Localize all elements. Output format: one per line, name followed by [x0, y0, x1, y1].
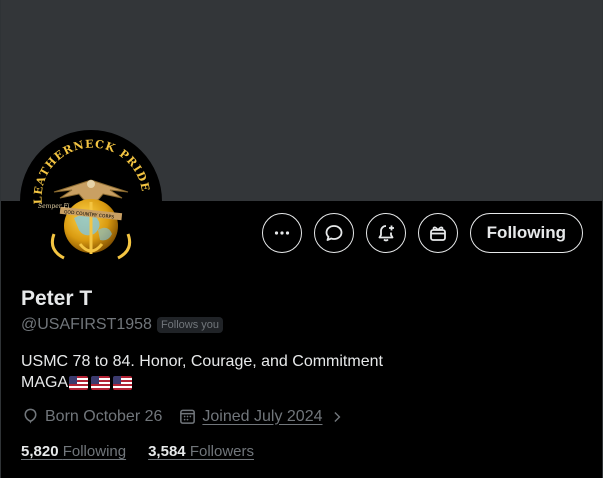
balloon-icon	[24, 408, 37, 424]
username-handle: @USAFIRST1958	[21, 316, 152, 333]
more-button[interactable]	[261, 213, 302, 253]
more-dots-icon	[274, 231, 289, 235]
handle-row: @USAFIRST1958 Follows you	[21, 316, 224, 334]
chat-bubble-icon	[325, 225, 343, 241]
us-flag-icon	[91, 375, 111, 390]
born-text: Born October 26	[45, 407, 163, 425]
bell-plus-icon	[378, 225, 394, 242]
follows-you-badge: Follows you	[156, 317, 224, 333]
us-flags	[69, 375, 133, 390]
bio-line-1: USMC 78 to 84. Honor, Courage, and Commi…	[21, 353, 383, 370]
calendar-icon	[180, 409, 196, 424]
following-link[interactable]: 5,820 Following	[21, 443, 126, 460]
following-label: Following	[62, 443, 127, 460]
bio-line-2-text: MAGA	[21, 374, 69, 391]
bio: USMC 78 to 84. Honor, Courage, and Commi…	[21, 351, 383, 393]
follow-stats: 5,820 Following 3,584 Followers	[21, 443, 254, 460]
notify-button[interactable]	[365, 213, 406, 253]
profile-actions: Following	[261, 213, 583, 253]
message-button[interactable]	[313, 213, 354, 253]
svg-text:Semper Fi: Semper Fi	[38, 203, 70, 210]
following-count: 5,820	[21, 443, 59, 460]
following-button[interactable]: Following	[469, 213, 583, 253]
chevron-right-icon	[333, 411, 340, 422]
bio-line-2: MAGA	[21, 372, 383, 393]
subscribe-gift-button[interactable]	[417, 213, 458, 253]
avatar[interactable]: LEATHERNECK PRIDE GOD COUNTRY CORPS Semp…	[20, 130, 162, 272]
followers-count: 3,584	[148, 443, 186, 460]
joined-text[interactable]: Joined July 2024	[202, 408, 322, 426]
us-flag-icon	[69, 375, 89, 390]
followers-label: Followers	[189, 443, 254, 460]
gift-icon	[429, 226, 446, 241]
us-flag-icon	[113, 375, 133, 390]
birthday: Born October 26	[21, 407, 162, 426]
leatherneck-pride-logo: LEATHERNECK PRIDE GOD COUNTRY CORPS Semp…	[24, 134, 158, 268]
followers-link[interactable]: 3,584 Followers	[148, 443, 254, 460]
join-date[interactable]: Joined July 2024	[178, 407, 343, 426]
display-name: Peter T	[21, 287, 93, 310]
profile-page: LEATHERNECK PRIDE GOD COUNTRY CORPS Semp…	[0, 0, 603, 478]
profile-meta: Born October 26 Joined July 2024	[21, 407, 344, 426]
